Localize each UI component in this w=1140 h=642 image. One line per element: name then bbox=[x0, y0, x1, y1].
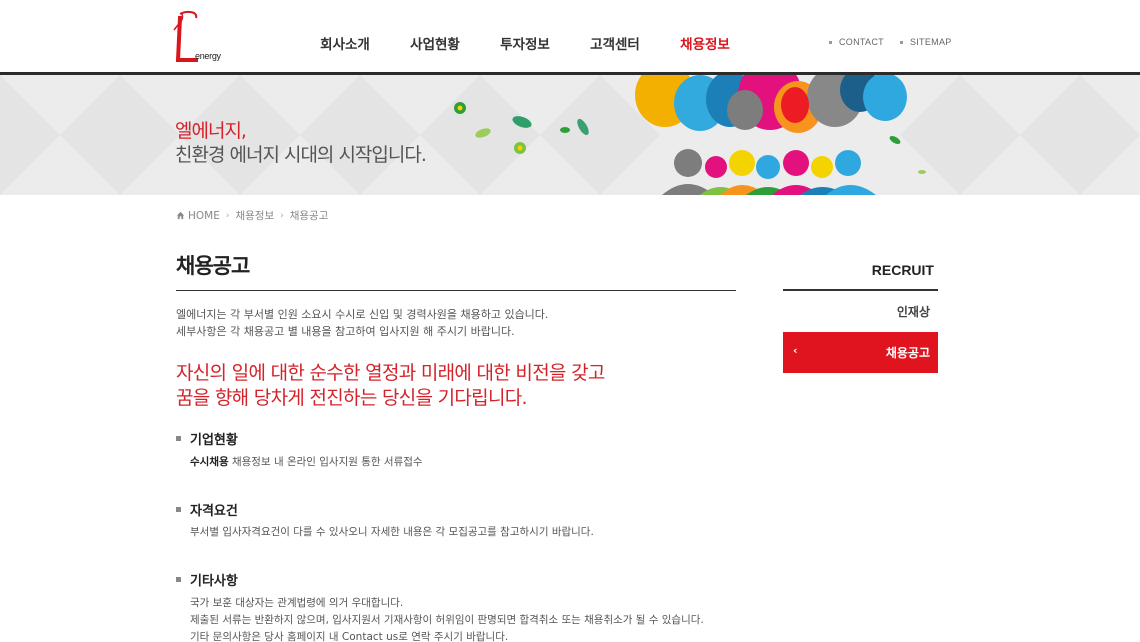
section-title: 기업현황 bbox=[176, 429, 238, 448]
home-icon bbox=[176, 211, 185, 220]
nav-item-business[interactable]: 사업현황 bbox=[390, 33, 480, 53]
bullet-icon bbox=[899, 40, 903, 44]
sidebar-item-job-postings[interactable]: ‹ 채용공고 bbox=[783, 332, 938, 373]
section-title-text: 자격요건 bbox=[190, 504, 238, 519]
square-bullet-icon bbox=[176, 577, 181, 582]
section-title-text: 기업현황 bbox=[190, 433, 238, 448]
section-body-text: 채용정보 내 온라인 입사지원 통한 서류접수 bbox=[228, 456, 423, 468]
square-bullet-icon bbox=[176, 436, 181, 441]
banner-slogan-text: 친환경 에너지 시대의 시작입니다. bbox=[175, 144, 427, 166]
utility-links: CONTACT SITEMAP bbox=[829, 37, 952, 47]
section-body: 부서별 입사자격요건이 다를 수 있사오니 자세한 내용은 각 모집공고를 참고… bbox=[190, 524, 594, 541]
nav-item-customer[interactable]: 고객센터 bbox=[570, 33, 660, 53]
square-bullet-icon bbox=[176, 507, 181, 512]
breadcrumb: HOME › 채용정보 › 채용공고 bbox=[176, 208, 328, 223]
recruit-headline: 자신의 일에 대한 순수한 열정과 미래에 대한 비전을 갖고 꿈을 향해 당차… bbox=[176, 361, 605, 411]
intro-line-1: 엘에너지는 각 부서별 인원 소요시 수시로 신입 및 경력사원을 채용하고 있… bbox=[176, 308, 549, 321]
section-title-text: 기타사항 bbox=[190, 574, 238, 589]
chevron-right-icon: › bbox=[225, 210, 230, 221]
intro-line-2: 세부사항은 각 채용공고 별 내용을 참고하여 입사지원 해 주시기 바랍니다. bbox=[176, 325, 515, 338]
breadcrumb-home[interactable]: HOME bbox=[188, 210, 220, 222]
page-title: 채용공고 bbox=[176, 254, 250, 278]
nav-item-company[interactable]: 회사소개 bbox=[300, 33, 390, 53]
section-title: 기타사항 bbox=[176, 570, 238, 589]
intro-text: 엘에너지는 각 부서별 인원 소요시 수시로 신입 및 경력사원을 채용하고 있… bbox=[176, 306, 548, 340]
main-navigation: 회사소개 사업현황 투자정보 고객센터 채용정보 bbox=[300, 33, 750, 53]
section-body-text: 부서별 입사자격요건이 다를 수 있사오니 자세한 내용은 각 모집공고를 참고… bbox=[190, 526, 594, 538]
section-body: 국가 보훈 대상자는 관계법령에 의거 우대합니다. 제출된 서류는 반환하지 … bbox=[190, 595, 704, 642]
banner-slogan-brand: 엘에너지, bbox=[175, 120, 247, 142]
sub-visual-banner bbox=[0, 75, 1140, 195]
sitemap-link[interactable]: SITEMAP bbox=[899, 37, 952, 47]
banner-illustration bbox=[0, 75, 1140, 195]
title-divider bbox=[176, 290, 736, 291]
section-body-line: 제출된 서류는 반환하지 않으며, 입사지원서 기재사항이 허위임이 판명되면 … bbox=[190, 614, 704, 626]
nav-item-investment[interactable]: 투자정보 bbox=[480, 33, 570, 53]
section-body: 수시채용 채용정보 내 온라인 입사지원 통한 서류접수 bbox=[190, 454, 423, 471]
contact-link[interactable]: CONTACT bbox=[829, 37, 884, 47]
sidebar-item-label: 채용공고 bbox=[885, 346, 930, 360]
logo-text: energy bbox=[195, 51, 221, 61]
sitemap-label: SITEMAP bbox=[909, 37, 952, 47]
section-body-line: 국가 보훈 대상자는 관계법령에 의거 우대합니다. bbox=[190, 597, 404, 609]
headline-line-1: 자신의 일에 대한 순수한 열정과 미래에 대한 비전을 갖고 bbox=[176, 362, 605, 384]
chevron-left-icon: ‹ bbox=[793, 344, 798, 357]
site-header: energy 회사소개 사업현황 투자정보 고객센터 채용정보 CONTACT … bbox=[0, 0, 1140, 72]
bullet-icon bbox=[829, 40, 832, 44]
section-body-line: 기타 문의사항은 당사 홈페이지 내 Contact us로 연락 주시기 바랍… bbox=[190, 631, 509, 642]
breadcrumb-level1[interactable]: 채용정보 bbox=[235, 208, 274, 223]
sidebar-item-talent[interactable]: 인재상 bbox=[783, 291, 938, 332]
sidebar-title: RECRUIT bbox=[871, 262, 934, 278]
section-highlight: 수시채용 bbox=[190, 456, 229, 468]
headline-line-2: 꿈을 향해 당차게 전진하는 당신을 기다립니다. bbox=[176, 387, 528, 409]
breadcrumb-level2[interactable]: 채용공고 bbox=[290, 208, 329, 223]
section-title: 자격요건 bbox=[176, 500, 238, 519]
contact-label: CONTACT bbox=[839, 37, 884, 47]
nav-item-recruit[interactable]: 채용정보 bbox=[660, 33, 750, 53]
chevron-right-icon: › bbox=[280, 210, 284, 221]
sidebar-item-label: 인재상 bbox=[896, 305, 930, 319]
